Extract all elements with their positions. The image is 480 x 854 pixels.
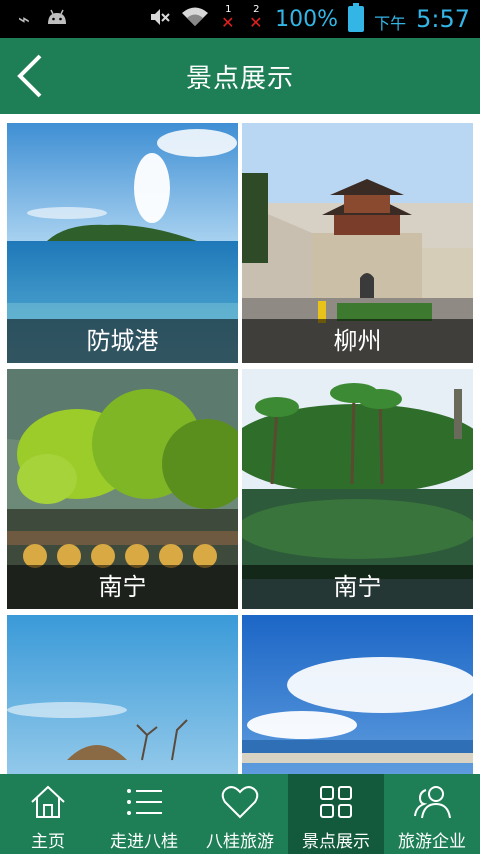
- scenic-tile-fangchenggang[interactable]: 防城港: [7, 123, 238, 363]
- clock-ampm: 下午: [374, 14, 407, 33]
- nav-label: 主页: [31, 832, 65, 852]
- tile-caption: 南宁: [7, 565, 238, 609]
- wifi-icon: [181, 6, 209, 32]
- scenic-photo: [242, 615, 473, 774]
- app-header: 景点展示: [0, 38, 480, 114]
- scenic-tile-liuzhou[interactable]: 柳州: [242, 123, 473, 363]
- grid-icon: [320, 786, 352, 818]
- mute-icon: [149, 6, 171, 32]
- bottom-navigation: 主页 走进八桂 八桂旅游 景点展示 旅游企业: [0, 774, 480, 854]
- status-bar: ⌁ 1 ✕ 2 ✕ 100% 下午 5:57: [0, 0, 480, 38]
- nav-item-bagui-travel[interactable]: 八桂旅游: [192, 774, 288, 854]
- sim2-signal-icon: 2 ✕: [249, 4, 263, 32]
- clock-time: 5:57: [416, 5, 470, 33]
- scenic-photo: [7, 615, 238, 774]
- nav-label: 八桂旅游: [206, 832, 274, 852]
- heart-icon: [221, 786, 259, 819]
- nav-item-explore-bagui[interactable]: 走进八桂: [96, 774, 192, 854]
- battery-icon: [348, 3, 365, 32]
- tile-caption: 柳州: [242, 319, 473, 363]
- list-icon: [127, 789, 162, 815]
- tile-caption: 南宁: [242, 565, 473, 609]
- home-icon: [31, 785, 65, 818]
- android-icon: [46, 6, 68, 32]
- nav-label: 旅游企业: [398, 832, 466, 852]
- battery-percentage: 100%: [275, 6, 339, 32]
- usb-icon: ⌁: [18, 7, 31, 31]
- nav-item-scenic-display[interactable]: 景点展示: [288, 774, 384, 854]
- sim1-signal-icon: 1 ✕: [221, 4, 235, 32]
- nav-label: 景点展示: [302, 832, 370, 852]
- nav-item-home[interactable]: 主页: [0, 774, 96, 854]
- scenic-tile-6[interactable]: [242, 615, 473, 774]
- tile-caption: 防城港: [7, 319, 238, 363]
- scenic-tile-5[interactable]: [7, 615, 238, 774]
- scenic-tile-nanning-2[interactable]: 南宁: [242, 369, 473, 609]
- scenic-grid: 防城港 柳州 南宁 南宁: [0, 114, 480, 774]
- nav-item-travel-enterprises[interactable]: 旅游企业: [384, 774, 480, 854]
- users-icon: [414, 786, 451, 819]
- nav-label: 走进八桂: [110, 832, 178, 852]
- scenic-tile-nanning-1[interactable]: 南宁: [7, 369, 238, 609]
- page-title: 景点展示: [185, 64, 294, 94]
